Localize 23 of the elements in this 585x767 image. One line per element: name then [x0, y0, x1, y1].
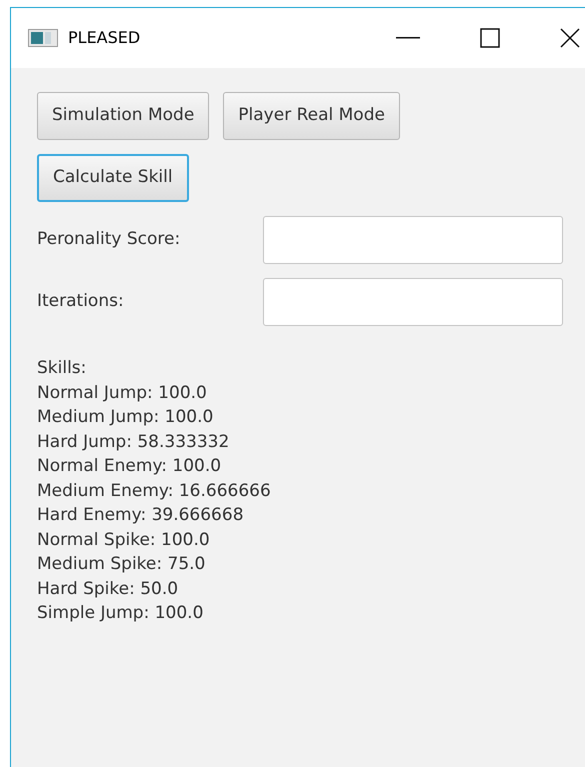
mode-button[interactable]: Player Real Mode: [223, 92, 400, 140]
skill-text: Skills:: [37, 357, 88, 380]
skill-text: Hard Jump: 58.333332: [37, 430, 230, 454]
app-icon: [28, 29, 58, 47]
maximize-icon[interactable]: [480, 28, 500, 48]
skill-text: Hard Spike: 50.0: [37, 578, 180, 600]
skill-text: Simple Jump: 100.0: [37, 602, 204, 625]
skill-text: Medium Jump: 100.0: [37, 406, 214, 429]
skill-text: Normal Spike: 100.0: [37, 528, 211, 552]
input-field[interactable]: [263, 278, 563, 326]
mode-button[interactable]: Calculate Skill: [37, 154, 189, 202]
mode-button[interactable]: Simulation Mode: [37, 92, 210, 140]
skill-text: Medium Enemy: 16.666666: [37, 480, 272, 502]
field-label: Iterations:: [37, 290, 125, 314]
window-title: PLEASED: [68, 27, 140, 49]
input-field[interactable]: [263, 216, 563, 264]
skill-text: Normal Enemy: 100.0: [37, 455, 222, 478]
close-icon[interactable]: [560, 28, 580, 48]
skill-text: Normal Jump: 100.0: [37, 382, 208, 404]
minimize-icon[interactable]: [396, 37, 420, 39]
skill-text: Hard Enemy: 39.666668: [37, 504, 245, 527]
field-label: Peronality Score:: [37, 228, 182, 252]
skill-text: Medium Spike: 75.0: [37, 553, 206, 576]
